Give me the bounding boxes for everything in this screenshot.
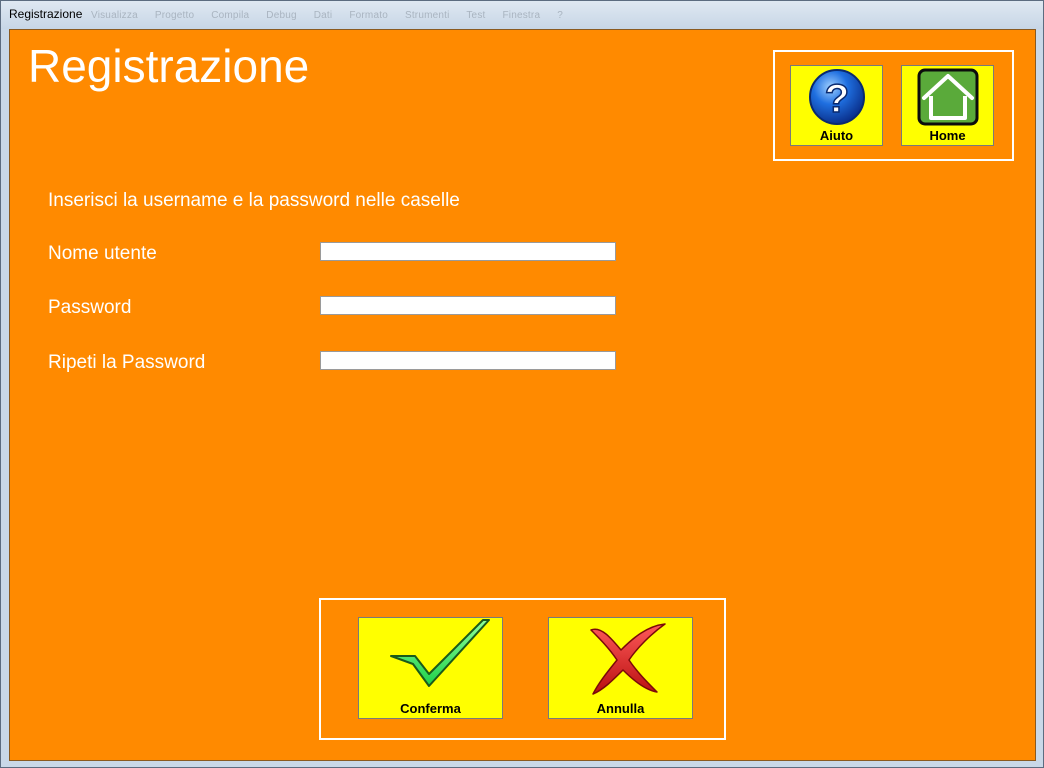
username-label: Nome utente <box>48 243 157 264</box>
ghost-menu-item: Debug <box>266 10 297 21</box>
password-label: Password <box>48 297 132 318</box>
cancel-button[interactable]: Annulla <box>548 617 693 719</box>
svg-text:?: ? <box>824 77 848 121</box>
ghost-menu-item: Strumenti <box>404 10 450 21</box>
help-button-label: Aiuto <box>819 128 854 143</box>
ghost-menu-item: Progetto <box>154 10 195 21</box>
ghost-menu-item: Visualizza <box>91 10 138 21</box>
ghost-menu-item: Test <box>466 10 486 21</box>
action-panel: Conferma Annulla <box>319 598 726 740</box>
confirm-button[interactable]: Conferma <box>358 617 503 719</box>
ghost-menu-item: Formato <box>349 10 388 21</box>
navigation-panel: ? Aiuto Home <box>773 50 1014 161</box>
password-field[interactable] <box>320 296 616 315</box>
application-window: Registrazione Visualizza Progetto Compil… <box>0 0 1044 768</box>
instructions-text: Inserisci la username e la password nell… <box>48 190 460 211</box>
ghost-menu-bar: Visualizza Progetto Compila Debug Dati F… <box>91 10 577 21</box>
ghost-menu-item: ? <box>557 10 563 21</box>
home-button[interactable]: Home <box>901 65 994 146</box>
ghost-menu-item: Finestra <box>502 10 541 21</box>
ghost-menu-item: Compila <box>211 10 250 21</box>
repeat-password-label: Ripeti la Password <box>48 352 206 373</box>
title-bar: Registrazione Visualizza Progetto Compil… <box>1 1 1043 29</box>
form-area: Registrazione ? Aiuto Home Inserisci la … <box>9 29 1036 761</box>
cancel-button-label: Annulla <box>596 701 645 716</box>
confirm-button-label: Conferma <box>400 701 461 716</box>
username-field[interactable] <box>320 242 616 261</box>
cross-icon <box>549 620 692 696</box>
help-question-icon: ? <box>791 68 882 126</box>
repeat-password-field[interactable] <box>320 351 616 370</box>
home-button-label: Home <box>929 128 966 143</box>
help-button[interactable]: ? Aiuto <box>790 65 883 146</box>
ghost-menu-item: Dati <box>313 10 333 21</box>
page-title: Registrazione <box>28 40 310 92</box>
checkmark-icon <box>359 618 502 698</box>
window-title: Registrazione <box>9 7 83 21</box>
home-icon <box>902 68 993 126</box>
